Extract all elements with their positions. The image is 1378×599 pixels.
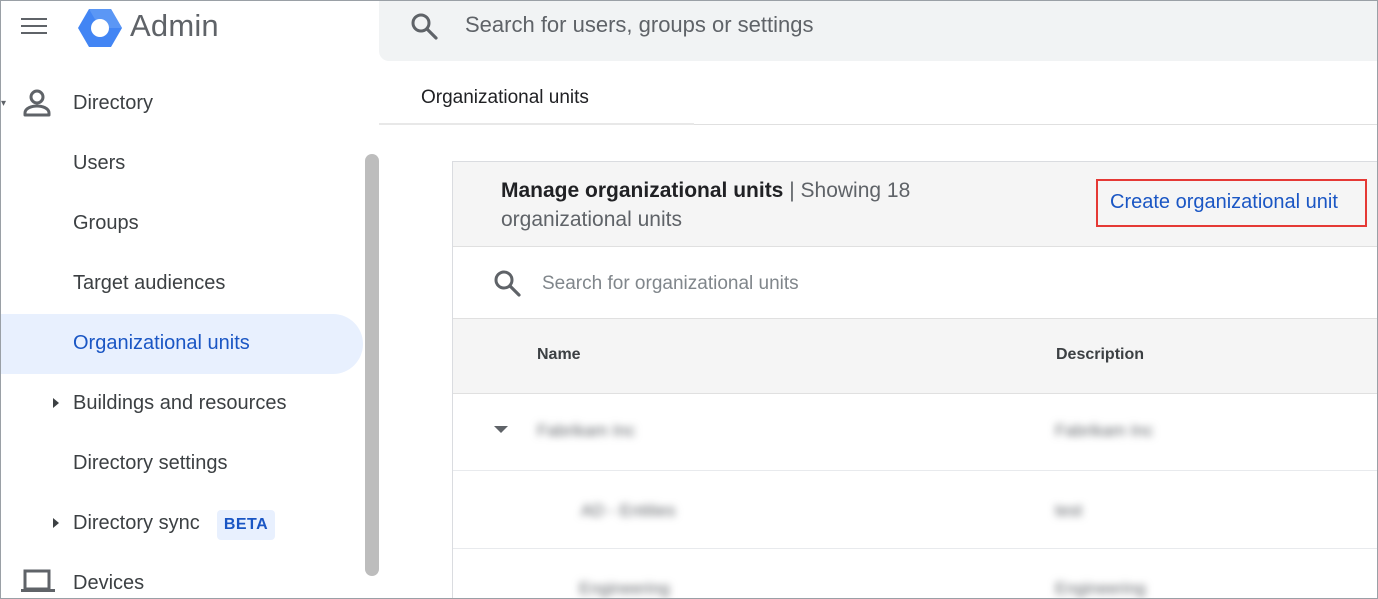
sidebar-item-buildings-and-resources[interactable]: Buildings and resources — [73, 392, 286, 415]
column-header-description[interactable]: Description — [1056, 346, 1144, 364]
org-unit-name[interactable]: Fabrikam Inc — [537, 421, 635, 441]
person-icon — [23, 89, 51, 117]
column-header-name[interactable]: Name — [537, 346, 581, 364]
create-organizational-unit-button[interactable]: Create organizational unit — [1110, 191, 1338, 214]
row-divider — [453, 470, 1377, 471]
org-unit-description: Engineering — [1055, 579, 1146, 598]
directory-collapse-arrow-icon[interactable]: ▾ — [1, 98, 6, 109]
main-menu-icon[interactable] — [19, 15, 49, 39]
sidebar-section-devices[interactable]: Devices — [73, 572, 144, 595]
org-unit-description: test — [1055, 501, 1083, 520]
sidebar-item-groups[interactable]: Groups — [73, 212, 139, 235]
brand-name: Admin — [130, 8, 219, 43]
sidebar-item-target-audiences[interactable]: Target audiences — [73, 272, 225, 295]
title-separator: | — [789, 179, 795, 202]
sidebar-section-directory[interactable]: Directory — [73, 92, 153, 115]
sidebar-item-directory-settings[interactable]: Directory settings — [73, 452, 228, 475]
sidebar-item-directory-sync[interactable]: Directory sync — [73, 512, 200, 535]
sidebar-item-users[interactable]: Users — [73, 152, 125, 175]
org-unit-name[interactable]: Engineering — [579, 579, 670, 598]
beta-badge: BETA — [217, 510, 275, 540]
row-divider — [453, 548, 1377, 549]
sidebar-item-organizational-units[interactable]: Organizational units — [73, 332, 250, 355]
admin-logo-icon — [78, 9, 122, 47]
breadcrumb-underline — [379, 123, 694, 125]
search-icon[interactable] — [491, 267, 523, 299]
row-collapse-arrow-icon[interactable] — [494, 426, 508, 433]
search-icon[interactable] — [409, 11, 439, 41]
global-search-input[interactable] — [465, 9, 1065, 41]
sidebar-scrollbar[interactable] — [365, 154, 379, 576]
breadcrumb[interactable]: Organizational units — [421, 87, 589, 109]
expand-arrow-icon[interactable] — [53, 518, 59, 528]
org-unit-name[interactable]: AD - Entities — [581, 501, 675, 521]
org-unit-description: Fabrikam Inc — [1055, 421, 1154, 440]
card-title-main: Manage organizational units — [501, 179, 784, 202]
admin-window: Admin ▾ Directory Users Groups Target au… — [0, 0, 1378, 599]
table-header — [453, 318, 1377, 394]
org-units-search-input[interactable] — [542, 271, 1142, 297]
expand-arrow-icon[interactable] — [53, 398, 59, 408]
devices-icon — [21, 569, 55, 592]
card-title: Manage organizational units | Showing 18… — [501, 176, 1021, 234]
